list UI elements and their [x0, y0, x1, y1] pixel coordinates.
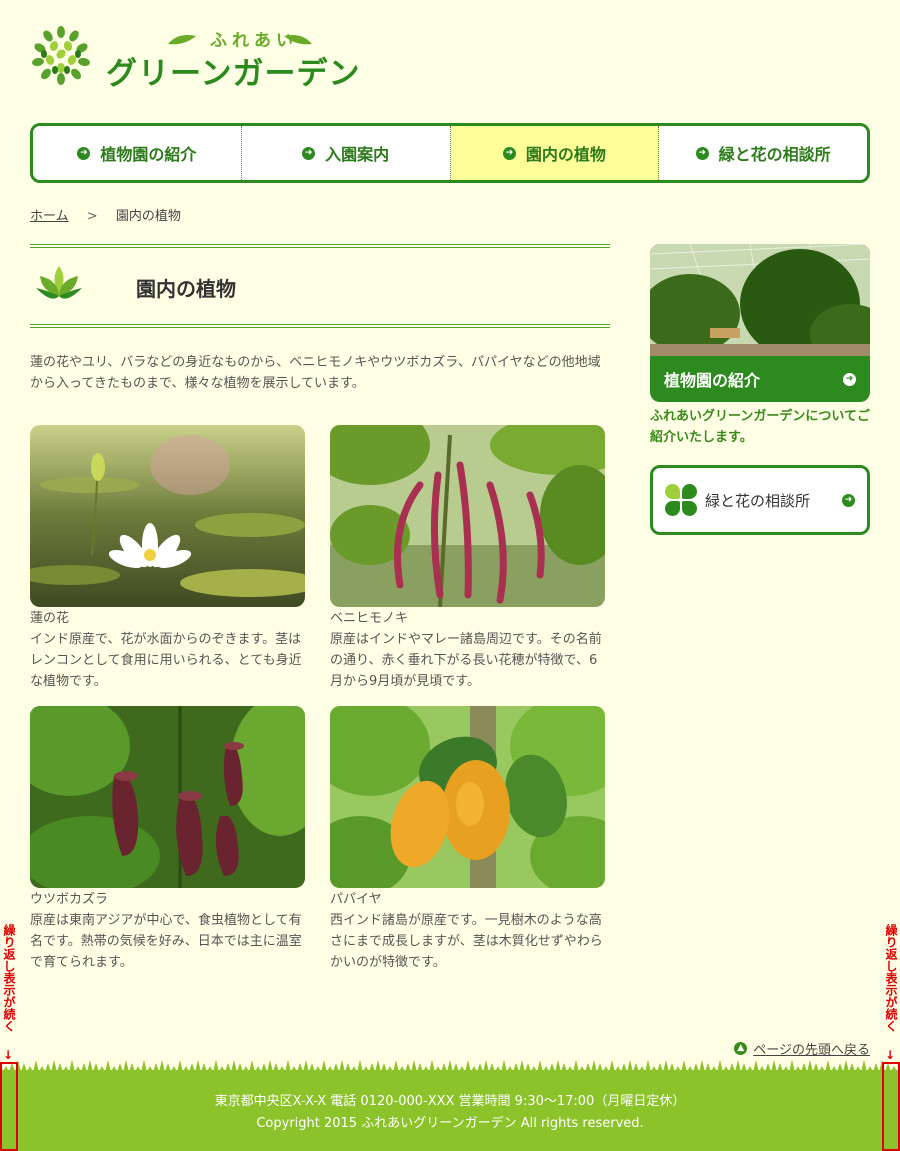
arrow-right-icon: ➜ [843, 372, 856, 386]
repeat-annotation-right: 繰り返し表示が続く [884, 924, 898, 1032]
repeat-arrow-left-icon: ↓ [3, 1048, 14, 1062]
pitcher-photo [30, 706, 305, 888]
arrow-right-icon: ➜ [302, 146, 316, 160]
page-heading: 園内の植物 [30, 244, 610, 328]
plant-card-chenille: ベニヒモノキ 原産はインドやマレー諸島周辺です。その名前の通り、赤く垂れ下がる長… [330, 425, 605, 692]
nav-item-plants[interactable]: ➜ 園内の植物 [450, 126, 660, 180]
plant-description: 原産はインドやマレー諸島周辺です。その名前の通り、赤く垂れ下がる長い花穂が特徴で… [330, 632, 602, 689]
lotus-icon [36, 266, 82, 299]
greenhouse-photo [650, 244, 870, 364]
repeat-annotation-left: 繰り返し表示が続く [2, 924, 16, 1032]
plant-card-papaya: パパイヤ 西インド諸島が原産です。一見樹木のような高さにまで成長しますが、茎は木… [330, 706, 605, 973]
sidebar-about-card[interactable]: 植物園の紹介 ➜ [650, 244, 870, 402]
arrow-right-icon: ➜ [842, 493, 855, 507]
plant-name: ウツボカズラ [30, 892, 109, 907]
nav-item-label: 植物園の紹介 [100, 145, 197, 164]
leaf-ornament-left-icon [168, 35, 196, 45]
nav-item-label: 園内の植物 [525, 145, 606, 164]
breadcrumb-separator: > [86, 209, 98, 224]
leaf-cluster-logo-icon [31, 25, 91, 85]
plant-name: パパイヤ [330, 892, 382, 907]
arrow-right-icon: ➜ [502, 146, 516, 160]
sidebar-consult-label: 緑と花の相談所 [705, 491, 811, 510]
arrow-right-icon: ➜ [77, 146, 91, 160]
back-to-top-link[interactable]: ▲ ページの先頭へ戻る [734, 1039, 870, 1058]
sidebar-card-label: 植物園の紹介 ➜ [650, 356, 870, 402]
logo-title: グリーンガーデン [106, 56, 361, 92]
plant-description: 西インド諸島が原産です。一見樹木のような高さにまで成長しますが、茎は木質化せずや… [330, 913, 603, 970]
plant-card-lotus: 蓮の花 インド原産で、花が水面からのぞきます。茎はレンコンとして食用に用いられる… [30, 425, 305, 692]
plant-description: 原産は東南アジアが中心で、食虫植物として有名です。熱帯の気候を好み、日本では主に… [30, 913, 302, 970]
arrow-up-icon: ▲ [734, 1042, 748, 1055]
repeat-arrow-right-icon: ↓ [885, 1048, 896, 1062]
back-to-top-label: ページの先頭へ戻る [753, 1043, 870, 1058]
arrow-right-icon: ➜ [695, 146, 709, 160]
nav-item-admission[interactable]: ➜ 入園案内 [242, 126, 451, 180]
plant-card-pitcher: ウツボカズラ 原産は東南アジアが中心で、食虫植物として有名です。熱帯の気候を好み… [30, 706, 305, 973]
plant-description: インド原産で、花が水面からのぞきます。茎はレンコンとして食用に用いられる、とても… [30, 632, 302, 689]
breadcrumb-current: 園内の植物 [115, 209, 181, 224]
site-logo[interactable]: ふれあい グリーンガーデン [30, 24, 370, 92]
nav-item-about[interactable]: ➜ 植物園の紹介 [33, 126, 242, 180]
plant-name: 蓮の花 [30, 611, 70, 626]
page-title: 園内の植物 [136, 277, 236, 301]
repeat-region-right [882, 1062, 900, 1151]
breadcrumb: ホーム > 園内の植物 [30, 205, 181, 224]
lotus-photo [30, 425, 305, 607]
sidebar-card-title: 植物園の紹介 [664, 371, 761, 390]
nav-item-consultation[interactable]: ➜ 緑と花の相談所 [659, 126, 867, 180]
clover-icon [665, 484, 697, 516]
repeat-region-left [0, 1062, 18, 1151]
page-intro: 蓮の花やユリ、バラなどの身近なものから、ベニヒモノキやウツボカズラ、パパイヤなど… [30, 355, 601, 391]
plant-name: ベニヒモノキ [330, 611, 409, 626]
breadcrumb-home-link[interactable]: ホーム [30, 209, 69, 224]
nav-item-label: 緑と花の相談所 [718, 145, 831, 164]
sidebar-consult-button[interactable]: 緑と花の相談所 ➜ [650, 465, 870, 535]
sidebar-card-text: ふれあいグリーンガーデンについてご紹介いたします。 [650, 409, 870, 445]
footer [0, 1070, 900, 1151]
papaya-photo [330, 706, 605, 888]
footer-copyright: Copyright 2015 ふれあいグリーンガーデン All rights r… [256, 1116, 644, 1131]
global-nav: ➜ 植物園の紹介 ➜ 入園案内 ➜ 園内の植物 ➜ 緑と花の相談所 [30, 123, 870, 183]
nav-item-label: 入園案内 [325, 145, 390, 164]
chenille-photo [330, 425, 605, 607]
footer-address: 東京都中央区X-X-X 電話 0120-000-XXX 営業時間 9:30〜17… [214, 1094, 686, 1109]
